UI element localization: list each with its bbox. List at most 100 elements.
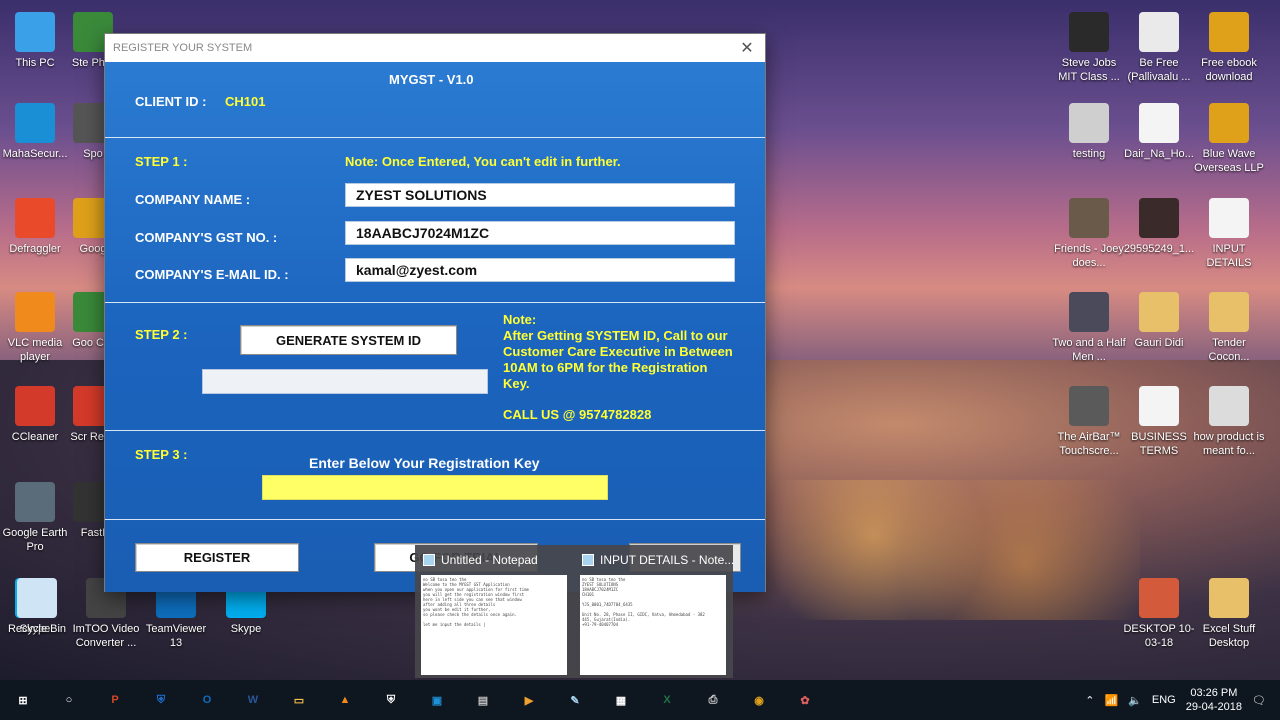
desktop-icon[interactable]: Be Free (Pallivaalu ... [1122, 12, 1196, 84]
step2-note-title: Note: [503, 312, 537, 327]
security-icon-glyph: ⛨ [386, 693, 396, 706]
start-icon[interactable]: ⊞ [0, 680, 46, 720]
thumbnail-notepad-input-details[interactable]: INPUT DETAILS - Note... no SB tosa teo t… [574, 545, 735, 678]
desktop-icon-label: Dair_Na_Ho... [1124, 148, 1194, 160]
company-name-label: COMPANY NAME : [135, 192, 251, 207]
call-us-text: CALL US @ 9574782828 [503, 407, 652, 422]
language-indicator[interactable]: ENG [1152, 694, 1176, 706]
desktop-icon-label: Excel Stuff Desktop [1202, 623, 1256, 649]
company-name-field[interactable]: ZYEST SOLUTIONS [345, 183, 735, 207]
divider [105, 430, 765, 431]
desktop-icon[interactable]: Dair_Na_Ho... [1122, 103, 1196, 161]
powerpoint-icon-glyph: P [111, 694, 119, 706]
desktop-icon[interactable]: Two and a Half Men ... [1052, 292, 1126, 364]
taskbar: ⊞ ○ P ⛨ O W ▭ ▲ ⛨ ▣ ▤ ▶ ✎ ▦ X ⎙ ◉ ✿ ⌃ 📶 🔈 ENG 03:26 PM 29… [0, 680, 1280, 720]
network-icon[interactable]: 📶 [1105, 694, 1119, 707]
dialog-titlebar[interactable]: REGISTER YOUR SYSTEM ✕ [105, 34, 765, 61]
desktop-icon[interactable]: DESKTOP 10-03-18 [1122, 578, 1196, 650]
divider [105, 302, 765, 303]
desktop-icon-label: TeamViewer 13 [145, 623, 207, 649]
desktop-icon-label: Friends - Joey does... [1054, 243, 1124, 269]
lock-icon [15, 103, 55, 143]
desktop-icon[interactable]: Tender Cocon... [1192, 292, 1266, 364]
video-icon [1069, 12, 1109, 52]
security-icon[interactable]: ⛨ [368, 680, 414, 720]
close-icon[interactable]: ✕ [737, 38, 757, 58]
clock[interactable]: 03:26 PM 29-04-2018 [1186, 686, 1242, 714]
gst-field[interactable]: 18AABCJ7024M1ZC [345, 221, 735, 245]
desktop-icon-label: testing [1072, 148, 1106, 160]
excel-icon[interactable]: X [644, 680, 690, 720]
desktop-icon[interactable]: Recycle Bin [0, 578, 74, 636]
desktop-icon[interactable]: The AirBar™ Touchscre... [1052, 386, 1126, 458]
player-icon[interactable]: ▶ [506, 680, 552, 720]
chrome-icon-glyph: ◉ [754, 694, 764, 707]
shield-app-icon[interactable]: ⛨ [138, 680, 184, 720]
desktop-icon-label: ImTOO Video Converter ... [72, 623, 140, 649]
desktop-icon[interactable]: Gauri Didi [1122, 292, 1196, 350]
desktop-icon-label: Steve Jobs MIT Class ... [1058, 57, 1120, 83]
desktop-icon[interactable]: Free ebook download [1192, 12, 1266, 84]
desktop-icon-label: Free ebook download [1201, 57, 1257, 83]
search-icon-glyph: ○ [65, 694, 73, 706]
step1-note: Note: Once Entered, You can't edit in fu… [345, 154, 621, 169]
folder-icon [1139, 292, 1179, 332]
divider [105, 137, 765, 138]
media-icon-glyph: ▤ [477, 694, 489, 707]
generate-system-id-button[interactable]: GENERATE SYSTEM ID [240, 325, 457, 355]
video-icon [1069, 198, 1109, 238]
remote-desktop-icon-glyph: ▣ [431, 694, 443, 707]
system-id-field[interactable] [202, 369, 488, 394]
thumbnail-title: INPUT DETAILS - Note... [600, 553, 735, 567]
media-icon[interactable]: ▤ [460, 680, 506, 720]
email-label: COMPANY'S E-MAIL ID. : [135, 267, 289, 282]
outlook-icon[interactable]: O [184, 680, 230, 720]
desktop-icon-label: Two and a Half Men ... [1052, 337, 1126, 363]
notifications-icon[interactable]: 🗨 [1252, 694, 1266, 707]
desktop-icon[interactable]: Blue Wave Overseas LLP [1192, 103, 1266, 175]
remote-desktop-icon[interactable]: ▣ [414, 680, 460, 720]
word-icon[interactable]: W [230, 680, 276, 720]
file-explorer-icon-glyph: ▭ [293, 694, 305, 707]
client-id-label: CLIENT ID : [135, 94, 207, 109]
desktop-icon-label: Gauri Didi [1134, 337, 1184, 349]
paint-icon[interactable]: ✿ [782, 680, 828, 720]
desktop-icon[interactable]: INPUT DETAILS [1192, 198, 1266, 270]
dialog-title: REGISTER YOUR SYSTEM [113, 41, 253, 54]
desktop-icon[interactable]: BUSINESS TERMS [1122, 386, 1196, 458]
file-explorer-icon[interactable]: ▭ [276, 680, 322, 720]
taskbar-thumbnail-popup: Untitled - Notepad no SB tosa teo the Wel… [415, 545, 735, 678]
desktop-icon[interactable]: testing [1052, 103, 1126, 161]
preview-line: +91-79-40407704 [582, 622, 619, 627]
word-icon-glyph: W [247, 694, 259, 706]
calculator-icon[interactable]: ▦ [598, 680, 644, 720]
step2-label: STEP 2 : [135, 327, 188, 342]
registration-key-field[interactable] [262, 475, 608, 500]
calculator-icon-glyph: ▦ [615, 694, 627, 707]
desktop-icon[interactable]: 29595249_1... [1122, 198, 1196, 256]
ccleaner-icon [15, 386, 55, 426]
email-field[interactable]: kamal@zyest.com [345, 258, 735, 282]
powerpoint-icon[interactable]: P [92, 680, 138, 720]
desktop-icon[interactable]: Excel Stuff Desktop [1192, 578, 1266, 650]
desktop-icon[interactable]: Friends - Joey does... [1052, 198, 1126, 270]
printer-icon[interactable]: ⎙ [690, 680, 736, 720]
volume-icon[interactable]: 🔈 [1128, 694, 1142, 707]
video-icon [1069, 292, 1109, 332]
preview-line: let me input the details | [423, 622, 486, 627]
taskbar-apps: ⊞ ○ P ⛨ O W ▭ ▲ ⛨ ▣ ▤ ▶ ✎ ▦ X ⎙ ◉ ✿ [0, 680, 828, 720]
vlc-icon[interactable]: ▲ [322, 680, 368, 720]
video-icon [1209, 386, 1249, 426]
desktop-icon-label: how product is meant fo... [1193, 431, 1265, 457]
chrome-icon[interactable]: ◉ [736, 680, 782, 720]
notepad-icon[interactable]: ✎ [552, 680, 598, 720]
desktop-icon[interactable]: Steve Jobs MIT Class ... [1052, 12, 1126, 84]
desktop-icon-label: Skype [230, 623, 262, 635]
thumbnail-notepad-untitled[interactable]: Untitled - Notepad no SB tosa teo the Wel… [415, 545, 574, 678]
app-name: MYGST - V1.0 [389, 72, 474, 87]
chevron-up-icon[interactable]: ⌃ [1085, 694, 1094, 707]
desktop-icon-label: BUSINESS TERMS [1131, 431, 1187, 457]
search-icon[interactable]: ○ [46, 680, 92, 720]
desktop-icon[interactable]: how product is meant fo... [1192, 386, 1266, 458]
register-button[interactable]: REGISTER [135, 543, 299, 572]
